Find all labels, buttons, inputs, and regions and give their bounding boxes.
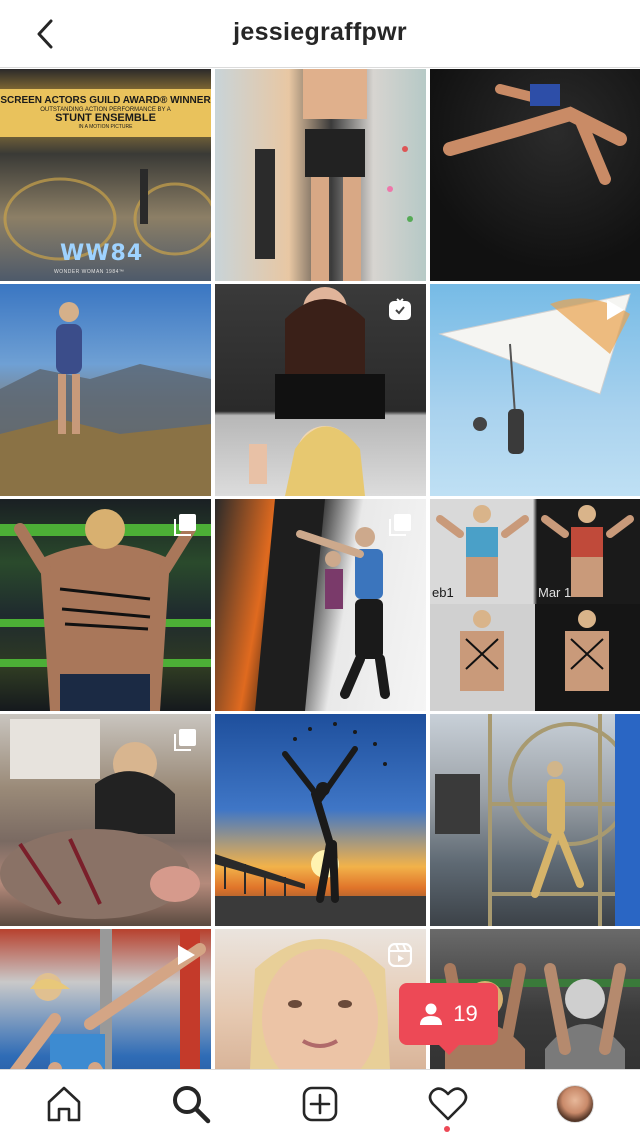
heart-icon [428,1087,468,1121]
carousel-icon [174,514,196,536]
mountain-photo [0,302,211,496]
post-tile[interactable] [430,714,640,926]
date-label: eb1 [432,585,454,600]
post-tile[interactable] [430,284,640,496]
home-icon [47,1086,81,1122]
aerial-hoop-photo [435,714,640,926]
post-grid: SCREEN ACTORS GUILD AWARD® WINNER OUTSTA… [0,69,640,1069]
profile-username: jessiegraffpwr [233,18,407,46]
date-label: Mar 1 [538,585,572,600]
nav-home[interactable] [44,1084,84,1124]
activity-indicator-dot [444,1126,450,1132]
post-tile[interactable]: eb1 Mar 1 [430,499,640,711]
post-tile[interactable] [215,499,426,711]
play-icon [178,945,195,965]
post-tile[interactable] [0,929,211,1069]
nav-new-post[interactable] [300,1084,340,1124]
header: jessiegraffpwr [0,0,640,68]
search-icon [173,1086,211,1124]
add-post-icon [302,1086,338,1122]
post-tile[interactable] [215,69,426,281]
post-tile[interactable] [215,714,426,926]
carousel-icon [389,514,411,536]
nav-profile[interactable] [555,1084,595,1124]
igtv-icon [389,298,411,320]
follower-count: 19 [453,1001,478,1026]
progress-photo [430,505,640,711]
person-icon [420,1003,443,1025]
post-tile[interactable] [215,929,426,1069]
beach-jump-photo [215,722,426,926]
leap-photo [443,84,627,185]
post-tile[interactable] [430,69,640,281]
nav-activity[interactable] [428,1084,468,1124]
play-icon [607,300,624,320]
ww84-logo: WW84 [60,241,144,266]
gym-photo [255,69,413,281]
ww84-subtitle: WONDER WOMAN 1984™ [54,269,125,275]
post-tile[interactable] [0,499,211,711]
nav-search[interactable] [171,1084,211,1124]
post-tile[interactable] [0,284,211,496]
reels-icon [388,943,412,967]
new-followers-notification[interactable]: 19 [399,983,498,1055]
post-tile[interactable]: SCREEN ACTORS GUILD AWARD® WINNER OUTSTA… [0,69,211,281]
avatar [556,1085,594,1123]
bottom-nav [0,1069,640,1138]
post-tile[interactable] [215,284,426,496]
carousel-icon [174,729,196,751]
post-tile[interactable] [0,714,211,926]
